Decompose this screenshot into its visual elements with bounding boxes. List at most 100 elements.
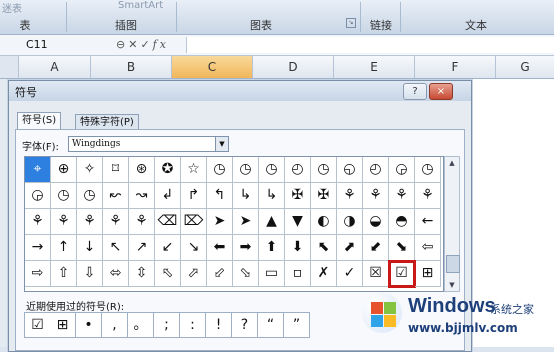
recent-symbol-cell[interactable]: 。 (128, 312, 154, 338)
symbol-cell[interactable]: ◵ (337, 157, 363, 183)
symbol-cell[interactable]: ⚘ (415, 183, 441, 209)
recent-symbol-cell[interactable]: • (76, 312, 102, 338)
symbol-cell[interactable]: ⬂ (233, 261, 259, 287)
symbol-cell[interactable]: ▫ (285, 261, 311, 287)
symbol-cell[interactable]: ⚘ (77, 209, 103, 235)
symbol-cell[interactable]: ▭ (259, 261, 285, 287)
recent-symbol-cell[interactable]: ? (232, 312, 258, 338)
column-header[interactable]: F (415, 56, 496, 79)
symbol-cell[interactable]: ⚘ (389, 183, 415, 209)
recent-symbol-cell[interactable]: ⊞ (50, 312, 76, 338)
symbol-cell[interactable]: ↖ (103, 235, 129, 261)
symbol-cell[interactable]: ✓ (337, 261, 363, 287)
symbol-cell[interactable]: ⚘ (51, 209, 77, 235)
symbol-cell[interactable]: ↝ (129, 183, 155, 209)
dialog-launcher-icon[interactable]: ↘ (346, 18, 356, 28)
symbol-cell[interactable]: ↙ (155, 235, 181, 261)
recent-symbol-cell[interactable]: , (102, 312, 128, 338)
symbol-cell[interactable]: ◷ (77, 183, 103, 209)
symbol-cell[interactable]: ↲ (155, 183, 181, 209)
smartart-button[interactable]: SmartArt (118, 0, 163, 11)
symbol-cell[interactable]: ↓ (77, 235, 103, 261)
scroll-up-icon[interactable]: ▲ (445, 157, 459, 169)
recent-symbol-cell[interactable]: ; (154, 312, 180, 338)
fx-icon[interactable]: fx (153, 38, 169, 51)
column-header[interactable]: B (91, 56, 172, 79)
symbol-cell[interactable]: ☒ (363, 261, 389, 287)
recent-symbol-cell[interactable]: : (180, 312, 206, 338)
symbol-cell[interactable]: ↜ (103, 183, 129, 209)
column-header[interactable]: A (19, 56, 91, 79)
symbol-cell[interactable]: ⇦ (415, 235, 441, 261)
symbol-cell[interactable]: ⬈ (337, 235, 363, 261)
symbol-cell[interactable]: ⬉ (311, 235, 337, 261)
chevron-down-icon[interactable]: ▼ (215, 137, 228, 151)
symbol-cell[interactable]: ↗ (129, 235, 155, 261)
symbol-cell[interactable]: ◷ (259, 157, 285, 183)
name-box[interactable]: C11 (26, 38, 106, 52)
symbol-cell[interactable]: ⚘ (337, 183, 363, 209)
symbol-cell[interactable]: ⬇ (285, 235, 311, 261)
symbol-cell[interactable]: ◴ (363, 157, 389, 183)
symbol-cell[interactable]: ☑ (388, 260, 416, 288)
symbol-cell[interactable]: ⊛ (129, 157, 155, 183)
symbol-cell[interactable]: ⇳ (129, 261, 155, 287)
symbol-cell[interactable]: ◐ (311, 209, 337, 235)
recent-symbol-cell[interactable]: ☑ (24, 312, 51, 338)
close-button[interactable]: × (429, 83, 453, 100)
column-header-selected[interactable]: C (172, 56, 253, 79)
symbol-cell[interactable]: ⬀ (181, 261, 207, 287)
symbol-cell[interactable]: ↳ (259, 183, 285, 209)
recent-symbol-cell[interactable]: “ (258, 312, 284, 338)
font-select[interactable]: Wingdings ▼ (68, 136, 229, 152)
symbol-cell[interactable]: ↱ (181, 183, 207, 209)
symbol-cell[interactable]: ◷ (233, 157, 259, 183)
symbol-cell[interactable]: ➤ (207, 209, 233, 235)
symbol-cell[interactable]: ▼ (285, 209, 311, 235)
symbol-cell[interactable]: ⚘ (103, 209, 129, 235)
recent-symbol-cell[interactable]: ! (206, 312, 232, 338)
formula-input[interactable] (186, 37, 554, 53)
symbol-cell[interactable]: ☆ (181, 157, 207, 183)
symbol-cell[interactable]: ◶ (25, 183, 51, 209)
symbol-cell[interactable]: ↰ (207, 183, 233, 209)
symbol-cell[interactable]: ⇧ (51, 261, 77, 287)
symbol-cell[interactable]: ⬅ (207, 235, 233, 261)
expand-icon[interactable]: ⊖ (116, 38, 128, 51)
symbol-cell[interactable]: ⚘ (129, 209, 155, 235)
symbol-grid-scrollbar[interactable]: ▲ ▼ (444, 156, 460, 292)
symbol-cell[interactable]: ↑ (51, 235, 77, 261)
symbol-cell[interactable]: ◑ (337, 209, 363, 235)
symbol-cell[interactable]: ⚘ (363, 183, 389, 209)
symbol-grid[interactable]: ⌖ ⊕ ✧ ⌑ ⊛ ✪ ☆ ◷ ◷ ◷ ◴ ◷ ◵ ◴ ◶ ◷ ◶ ◷ ◷ ↜ ↝ ↲ ↱ ↰ ↳ ↳ ✠ ✠ ⚘ ⚘ ⚘ ⚘ ⚘ ⚘ ⚘ ⚘ ⚘ ⌫ ⌦ ➤… (24, 156, 444, 292)
symbol-cell[interactable]: ⌦ (181, 209, 207, 235)
symbol-cell[interactable]: ↳ (233, 183, 259, 209)
symbol-cell[interactable]: ⬊ (389, 235, 415, 261)
symbol-cell[interactable]: → (25, 235, 51, 261)
symbol-cell[interactable]: ➡ (233, 235, 259, 261)
symbol-cell[interactable]: ◷ (415, 157, 441, 183)
symbol-cell[interactable]: ✠ (285, 183, 311, 209)
symbol-cell[interactable]: ⇩ (77, 261, 103, 287)
symbol-cell[interactable]: ◴ (285, 157, 311, 183)
symbol-cell[interactable]: ⌑ (103, 157, 129, 183)
symbol-cell[interactable]: ⚘ (25, 209, 51, 235)
symbol-cell[interactable]: ⬄ (103, 261, 129, 287)
symbol-cell[interactable]: ◶ (389, 157, 415, 183)
column-header[interactable]: E (334, 56, 415, 79)
symbol-cell[interactable]: ▲ (259, 209, 285, 235)
symbol-cell[interactable]: ⬁ (155, 261, 181, 287)
column-header[interactable]: G (496, 56, 554, 79)
symbol-cell[interactable]: ✗ (311, 261, 337, 287)
scrollbar-thumb[interactable] (446, 255, 460, 273)
symbol-cell[interactable]: ◓ (389, 209, 415, 235)
symbol-cell[interactable]: ◷ (311, 157, 337, 183)
symbol-cell[interactable]: ◷ (207, 157, 233, 183)
symbol-cell[interactable]: ⇨ (25, 261, 51, 287)
cancel-icon[interactable]: ✕ (128, 38, 140, 51)
symbol-cell[interactable]: ⬆ (259, 235, 285, 261)
check-icon[interactable]: ✓ (140, 38, 152, 51)
symbol-cell[interactable]: ⌫ (155, 209, 181, 235)
symbol-cell[interactable]: ⊞ (415, 261, 441, 287)
symbol-cell[interactable]: ⬃ (207, 261, 233, 287)
